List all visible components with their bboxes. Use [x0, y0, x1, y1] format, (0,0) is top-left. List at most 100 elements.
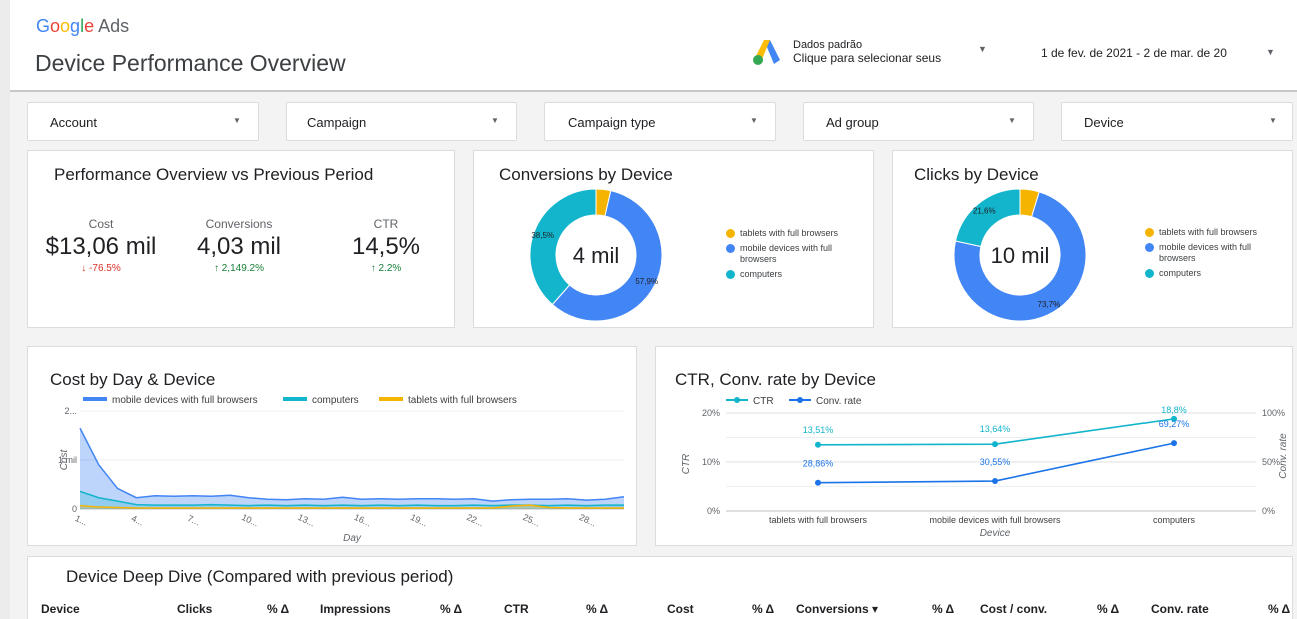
cost-area-chart[interactable]: mobile devices with full browsers compute…: [28, 347, 638, 547]
x-axis-label: Device: [980, 528, 1011, 539]
conversions-donut-chart[interactable]: 57,9% 38,5% 4 mil: [526, 185, 666, 325]
x-tick-label: mobile devices with full browsers: [929, 515, 1061, 525]
svg-text:tablets with full browsers: tablets with full browsers: [408, 395, 517, 406]
data-label: 13,51%: [803, 425, 834, 435]
kpi-conversions: Conversions 4,03 mil ↑ 2,149.2%: [196, 217, 282, 274]
legend-item[interactable]: computers: [283, 395, 359, 406]
series-line[interactable]: [79, 427, 625, 502]
legend-item[interactable]: mobile devices with full browsers: [726, 243, 866, 265]
date-range-picker[interactable]: 1 de fev. de 2021 - 2 de mar. de 20: [1041, 46, 1236, 60]
x-tick-label: 28...: [578, 512, 598, 528]
x-axis-label: Day: [343, 533, 362, 544]
data-source-hint: Clique para selecionar seus: [793, 52, 942, 65]
table-column-header[interactable]: Impressions: [320, 602, 391, 616]
table-column-header[interactable]: Cost / conv.: [980, 602, 1047, 616]
kpi-ctr: CTR 14,5% ↑ 2.2%: [351, 217, 421, 274]
x-tick-label: 19...: [409, 512, 429, 528]
arrow-up-icon: ↑: [370, 263, 376, 274]
filter-device[interactable]: Device ▼: [1061, 102, 1293, 141]
clicks-donut-chart[interactable]: 73,7% 21,6% 10 mil: [950, 185, 1090, 325]
slice-label: 38,5%: [531, 231, 554, 240]
caret-down-icon[interactable]: ▼: [1266, 47, 1275, 57]
x-tick-label: 16...: [353, 512, 373, 528]
data-point[interactable]: [1171, 440, 1177, 447]
google-ads-logo: Google Ads: [36, 16, 130, 36]
table-column-header[interactable]: % Δ: [1097, 602, 1119, 616]
x-tick-label: 25...: [521, 512, 541, 528]
table-column-header[interactable]: Cost: [667, 602, 694, 616]
filter-ad-group[interactable]: Ad group ▼: [803, 102, 1034, 141]
filter-campaign[interactable]: Campaign ▼: [286, 102, 517, 141]
ctr-conv-line-chart[interactable]: CTR Conv. rate0%10%20%0%50%100%tablets wi…: [656, 347, 1294, 547]
filter-campaign-type[interactable]: Campaign type ▼: [544, 102, 776, 141]
data-label: 18,8%: [1161, 405, 1187, 415]
arrow-down-icon: ↓: [81, 263, 87, 274]
table-column-header[interactable]: % Δ: [1268, 602, 1290, 616]
y2-tick-label: 100%: [1262, 408, 1285, 418]
x-tick-label: 7...: [186, 513, 202, 527]
data-point[interactable]: [815, 479, 821, 486]
arrow-up-icon: ↑: [213, 263, 219, 274]
y2-axis-label: Conv. rate: [1278, 433, 1289, 479]
conversions-legend: tablets with full browsers mobile device…: [726, 228, 866, 284]
slice-label: 57,9%: [635, 277, 658, 286]
caret-down-icon: ▼: [1008, 116, 1016, 125]
table-column-header[interactable]: % Δ: [440, 602, 462, 616]
table-column-header[interactable]: Device: [41, 602, 80, 616]
y-axis-label: Cost: [59, 448, 70, 470]
conversions-by-device-card: Conversions by Device 57,9% 38,5% 4 mil ta…: [473, 150, 874, 328]
legend-item[interactable]: mobile devices with full browsers: [1145, 242, 1285, 264]
y-tick-label: 0: [72, 504, 77, 514]
y-tick-label: 2...: [64, 406, 77, 416]
table-column-header[interactable]: Conv. rate: [1151, 602, 1209, 616]
caret-down-icon: ▼: [233, 116, 241, 125]
donut-center-value: 4 mil: [573, 243, 619, 268]
legend-item[interactable]: tablets with full browsers: [379, 395, 517, 406]
caret-down-icon[interactable]: ▼: [978, 44, 987, 54]
data-source-selector[interactable]: Dados padrão Clique para selecionar seus: [793, 39, 948, 65]
table-column-header[interactable]: Clicks: [177, 602, 212, 616]
svg-text:CTR: CTR: [753, 396, 774, 407]
legend-item[interactable]: Conv. rate: [789, 396, 862, 407]
card-title: Conversions by Device: [499, 165, 673, 184]
legend-item[interactable]: computers: [1145, 268, 1285, 279]
clicks-legend: tablets with full browsers mobile device…: [1145, 227, 1285, 283]
data-source-label: Dados padrão: [793, 39, 863, 51]
data-point[interactable]: [992, 478, 998, 485]
data-point[interactable]: [815, 441, 821, 448]
table-column-header[interactable]: CTR: [504, 602, 529, 616]
legend-item[interactable]: CTR: [726, 396, 774, 407]
legend-item[interactable]: tablets with full browsers: [726, 228, 866, 239]
data-point[interactable]: [992, 441, 998, 448]
x-tick-label: 10...: [240, 512, 260, 528]
svg-text:computers: computers: [312, 395, 359, 406]
data-label: 69,27%: [1159, 419, 1190, 429]
legend-item[interactable]: computers: [726, 269, 866, 280]
donut-slice[interactable]: [954, 188, 1021, 248]
x-tick-label: tablets with full browsers: [769, 515, 868, 525]
caret-down-icon: ▼: [750, 116, 758, 125]
table-column-header[interactable]: % Δ: [932, 602, 954, 616]
y-tick-label: 20%: [702, 408, 720, 418]
card-title: Performance Overview vs Previous Period: [54, 165, 374, 184]
data-label: 30,55%: [980, 457, 1011, 467]
table-column-header[interactable]: % Δ: [267, 602, 289, 616]
x-tick-label: computers: [1153, 515, 1196, 525]
filter-account[interactable]: Account ▼: [27, 102, 259, 141]
svg-text:mobile devices with full brows: mobile devices with full browsers: [112, 395, 258, 406]
y-axis-label: CTR: [681, 454, 692, 475]
table-column-header[interactable]: % Δ: [586, 602, 608, 616]
data-label: 13,64%: [980, 424, 1011, 434]
card-title: Clicks by Device: [914, 165, 1039, 184]
y-tick-label: 10%: [702, 457, 720, 467]
google-ads-icon[interactable]: [752, 38, 782, 66]
x-tick-label: 4...: [130, 513, 146, 527]
slice-label: 21,6%: [973, 207, 996, 216]
legend-item[interactable]: mobile devices with full browsers: [83, 395, 258, 406]
page-title: Device Performance Overview: [35, 50, 346, 76]
dashboard-page: Google Ads Device Performance Overview D…: [10, 0, 1297, 619]
ctr-conv-rate-card: CTR, Conv. rate by Device CTR Conv. rate 0…: [655, 346, 1293, 546]
table-column-header[interactable]: % Δ: [752, 602, 774, 616]
legend-item[interactable]: tablets with full browsers: [1145, 227, 1285, 238]
table-column-header[interactable]: Conversions ▾: [796, 602, 878, 616]
